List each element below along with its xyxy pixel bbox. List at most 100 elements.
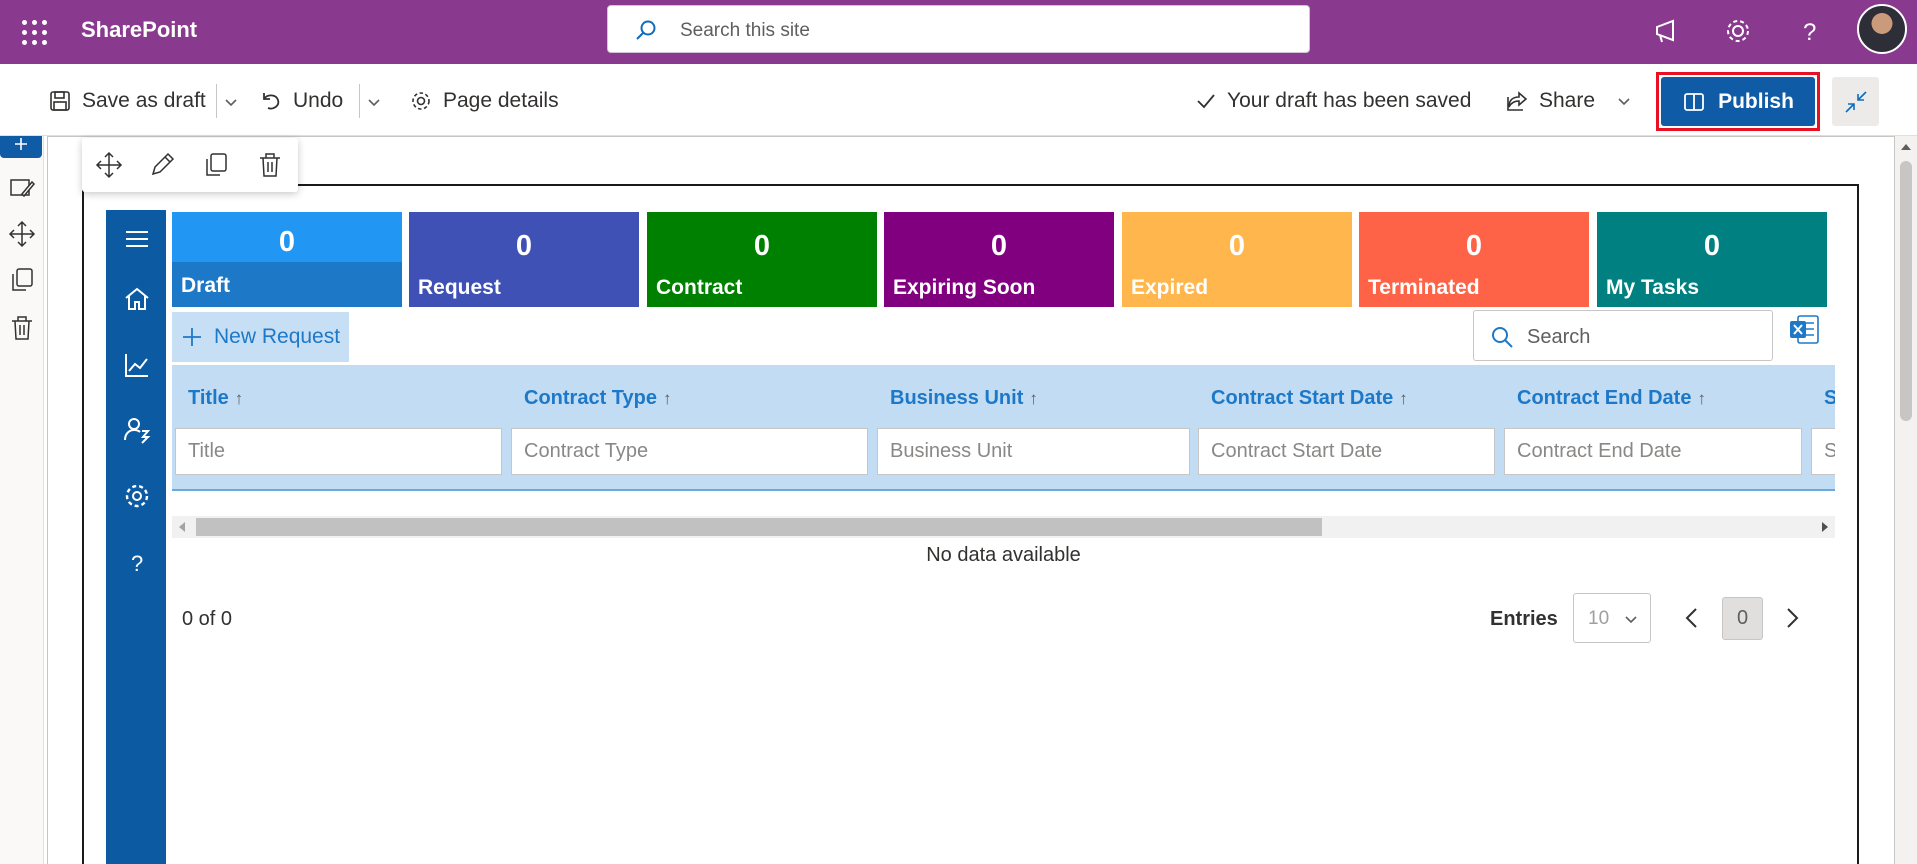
edit-section-icon[interactable] [8,174,36,202]
filter-contract-start-date-input[interactable] [1199,429,1494,474]
scroll-thumb[interactable] [1900,161,1912,421]
divider [359,84,360,118]
scroll-thumb[interactable] [196,518,1322,536]
move-icon[interactable] [95,151,123,179]
column-header-business-unit[interactable]: Business Unit ↑ [890,387,1038,410]
filter-contract-type-input[interactable] [512,429,867,474]
filter-status[interactable] [1811,428,1835,475]
column-header-title[interactable]: Title ↑ [188,387,243,410]
plus-icon [183,328,201,346]
avatar[interactable] [1857,4,1907,54]
scroll-right-arrow[interactable] [1822,522,1828,532]
collapse-button[interactable] [1832,77,1879,126]
duplicate-icon[interactable] [8,266,36,294]
excel-export-icon[interactable] [1788,313,1820,347]
svg-text:?: ? [1803,19,1816,46]
plus-icon [15,138,27,150]
scroll-left-arrow[interactable] [179,522,185,532]
save-icon [50,91,70,111]
app-side-nav: ? [106,210,166,864]
entries-label: Entries [1490,608,1558,630]
status-tile-request[interactable]: 0 Request [409,212,639,307]
gear-icon[interactable] [1721,14,1755,48]
status-tile-my-tasks[interactable]: 0 My Tasks [1597,212,1827,307]
tile-count: 0 [278,226,296,258]
sort-arrow-icon: ↑ [234,389,244,408]
tile-label: Expired [1131,276,1209,299]
record-count: 0 of 0 [182,608,233,630]
tile-count: 0 [990,230,1008,262]
next-page-icon[interactable] [1780,605,1804,631]
move-icon[interactable] [8,220,36,248]
settings-icon[interactable] [122,481,152,511]
app-launcher-icon[interactable] [18,14,50,46]
chevron-down-icon[interactable] [367,95,381,109]
undo-icon [263,93,280,110]
delete-icon[interactable] [8,314,36,342]
horizontal-scrollbar[interactable] [172,516,1835,538]
home-icon[interactable] [122,284,152,314]
current-page-indicator[interactable]: 0 [1722,597,1763,640]
publish-button[interactable]: Publish [1661,77,1815,126]
column-header-contract-type[interactable]: Contract Type ↑ [524,387,671,410]
new-request-button[interactable]: New Request [172,312,349,362]
filter-title-input[interactable] [176,429,501,474]
scroll-up-arrow[interactable] [1901,144,1911,150]
column-header-label: Business Unit [890,387,1024,409]
add-section-button[interactable] [0,136,42,158]
duplicate-icon[interactable] [202,151,230,179]
hamburger-menu-icon[interactable] [122,224,152,254]
column-header-status[interactable]: S [1824,387,1835,410]
filter-status-input[interactable] [1812,429,1835,474]
megaphone-icon[interactable] [1650,14,1684,48]
tile-label: Draft [181,274,231,297]
filter-business-unit[interactable] [877,428,1190,475]
status-tile-terminated[interactable]: 0 Terminated [1359,212,1589,307]
chevron-down-icon [1625,616,1637,624]
command-bar: Save as draft Undo Page details Your dra… [0,64,1917,136]
edit-icon[interactable] [148,151,176,179]
tile-count: 0 [1703,230,1721,262]
delete-icon[interactable] [256,151,284,179]
chevron-down-icon[interactable] [224,95,238,109]
filter-contract-end-date-input[interactable] [1505,429,1801,474]
filter-contract-start-date[interactable] [1198,428,1495,475]
user-manage-icon[interactable] [122,415,152,445]
tile-count: 0 [753,230,771,262]
filter-title[interactable] [175,428,502,475]
status-tile-expired[interactable]: 0 Expired [1122,212,1352,307]
vertical-scrollbar[interactable] [1895,136,1917,864]
filter-business-unit-input[interactable] [878,429,1189,474]
search-icon [1492,327,1513,348]
brand-title[interactable]: SharePoint [81,17,197,43]
status-tile-draft[interactable]: 0 Draft [172,212,402,307]
status-tile-expiring-soon[interactable]: 0 Expiring Soon [884,212,1114,307]
status-tile-contract[interactable]: 0 Contract [647,212,877,307]
entries-select[interactable]: 10 [1573,593,1651,643]
tile-label: Expiring Soon [893,276,1036,299]
column-header-label: Title [188,387,229,409]
share-label: Share [1539,89,1596,112]
help-icon[interactable]: ? [122,547,152,577]
table-header: Title ↑ Contract Type ↑ Business Unit ↑ Con… [172,365,1835,491]
save-as-draft-button[interactable]: Save as draft [48,86,206,116]
share-button[interactable]: Share [1505,86,1631,116]
column-header-contract-end-date[interactable]: Contract End Date ↑ [1517,387,1706,410]
previous-page-icon[interactable] [1680,605,1704,631]
chart-icon[interactable] [122,350,152,380]
save-status-text: Your draft has been saved [1227,89,1472,112]
site-search-box[interactable]: Search this site [607,5,1310,53]
divider [216,84,217,118]
undo-button[interactable]: Undo [259,86,343,116]
filter-contract-type[interactable] [511,428,868,475]
filter-contract-end-date[interactable] [1504,428,1802,475]
publish-label: Publish [1718,89,1794,113]
book-icon [1684,92,1704,111]
grid-search-input[interactable]: Search [1473,310,1773,361]
tile-label: Terminated [1368,276,1480,299]
empty-state-message: No data available [926,544,1081,566]
page-details-button[interactable]: Page details [409,86,559,116]
column-header-contract-start-date[interactable]: Contract Start Date ↑ [1211,387,1408,410]
help-icon[interactable]: ? [1793,14,1827,48]
gear-icon [412,92,430,110]
